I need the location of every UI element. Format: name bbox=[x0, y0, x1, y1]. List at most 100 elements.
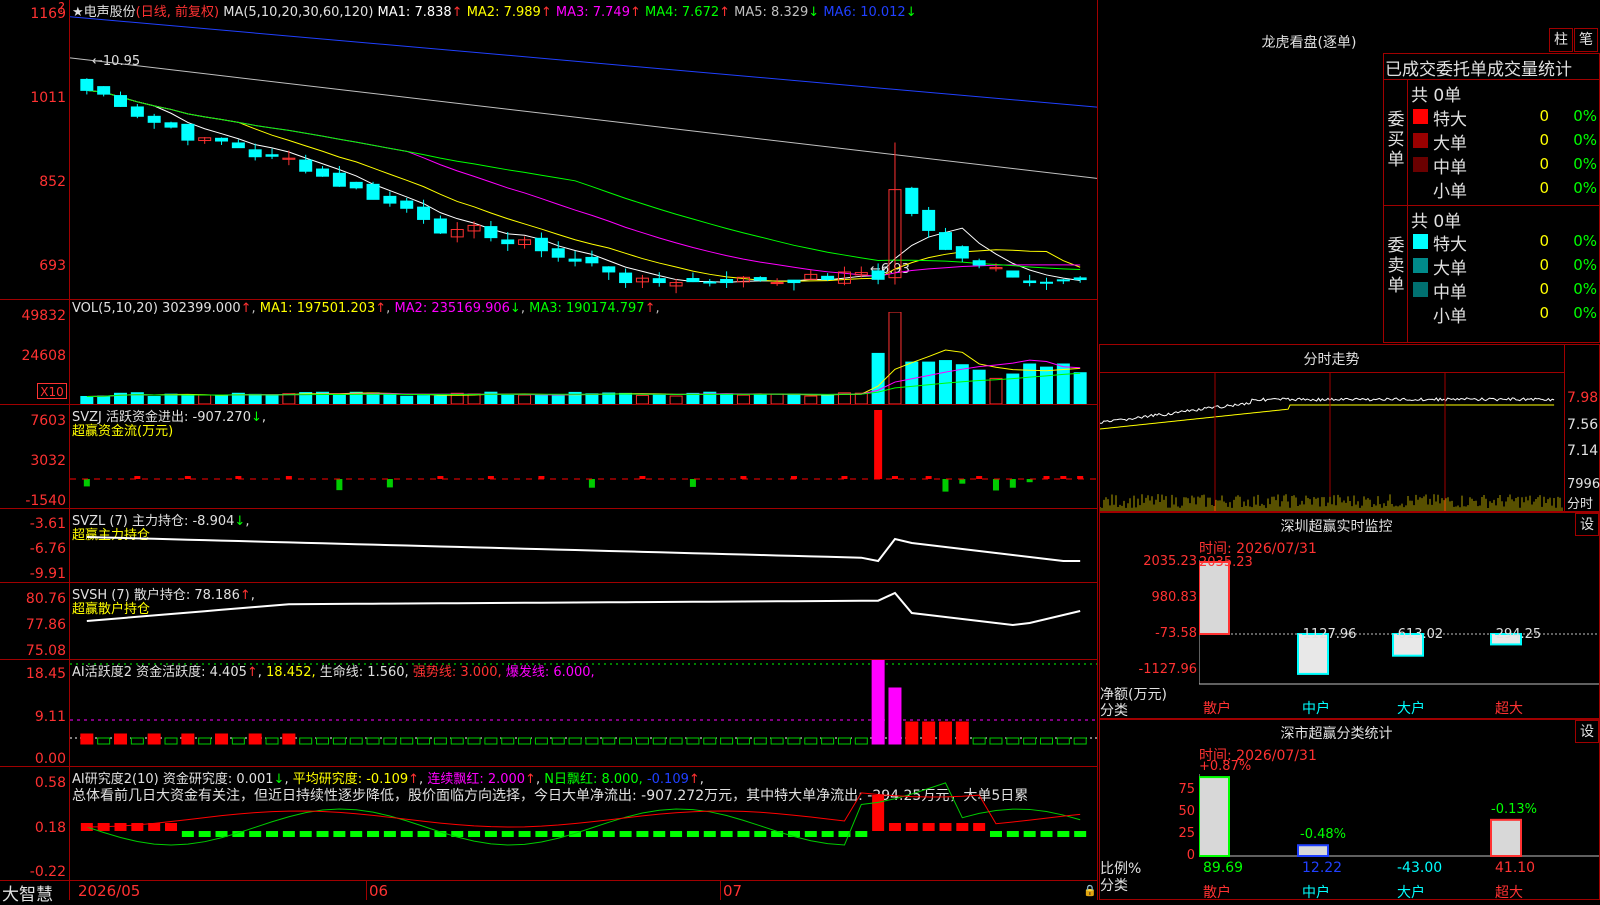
research-bar[interactable] bbox=[670, 831, 683, 837]
candle-body[interactable] bbox=[400, 200, 414, 209]
research-bar[interactable] bbox=[754, 831, 767, 837]
lock-icon[interactable]: 🔒 bbox=[1083, 884, 1097, 897]
activity-bar[interactable] bbox=[922, 721, 936, 745]
candle-body[interactable] bbox=[871, 270, 885, 280]
activity-bar[interactable] bbox=[602, 737, 616, 745]
line-view-button[interactable]: 笔 bbox=[1574, 28, 1598, 52]
candle-body[interactable] bbox=[383, 195, 397, 204]
activity-bar[interactable] bbox=[518, 737, 532, 745]
app-logo[interactable]: 大智慧 bbox=[2, 880, 53, 905]
candle-body[interactable] bbox=[972, 260, 986, 266]
candle-body[interactable] bbox=[585, 256, 599, 264]
candle-body[interactable] bbox=[366, 183, 380, 200]
volume-bar[interactable] bbox=[585, 393, 599, 404]
volume-bar[interactable] bbox=[938, 360, 952, 404]
candle-body[interactable] bbox=[922, 209, 936, 231]
candle-body[interactable] bbox=[417, 206, 431, 220]
candle-body[interactable] bbox=[534, 237, 548, 252]
svzl-chart[interactable] bbox=[70, 509, 1097, 582]
research-bar[interactable] bbox=[165, 823, 178, 831]
candle-body[interactable] bbox=[602, 266, 616, 273]
candle-body[interactable] bbox=[147, 115, 161, 123]
activity-bar[interactable] bbox=[770, 737, 784, 745]
candle-body[interactable] bbox=[80, 78, 94, 91]
ai-activity-chart[interactable] bbox=[70, 660, 1097, 766]
research-bar[interactable] bbox=[855, 831, 868, 837]
activity-bar[interactable] bbox=[467, 737, 481, 745]
volume-bar[interactable] bbox=[669, 395, 683, 404]
volume-bar[interactable] bbox=[854, 392, 868, 404]
fund-flow-bar[interactable] bbox=[1060, 476, 1067, 479]
candle-body[interactable] bbox=[619, 272, 633, 284]
activity-bar[interactable] bbox=[753, 737, 767, 745]
fund-flow-bar[interactable] bbox=[891, 476, 898, 479]
activity-bar[interactable] bbox=[215, 733, 229, 745]
research-bar[interactable] bbox=[468, 831, 481, 837]
candle-body[interactable] bbox=[686, 278, 700, 283]
activity-bar[interactable] bbox=[332, 737, 346, 745]
research-bar[interactable] bbox=[585, 831, 598, 837]
research-bar[interactable] bbox=[350, 831, 363, 837]
fund-flow-bar[interactable] bbox=[386, 479, 393, 488]
tab-filled[interactable]: 已成交 bbox=[1385, 60, 1436, 80]
activity-bar[interactable] bbox=[417, 737, 431, 745]
sz-monitor-settings-button[interactable]: 设 bbox=[1575, 513, 1599, 536]
volume-bar[interactable] bbox=[804, 395, 818, 404]
activity-bar[interactable] bbox=[871, 660, 885, 745]
volume-bar[interactable] bbox=[97, 395, 111, 404]
svzj-chart[interactable] bbox=[70, 405, 1097, 508]
candle-body[interactable] bbox=[231, 142, 245, 149]
research-bar[interactable] bbox=[720, 831, 733, 837]
sz-category-settings-button[interactable]: 设 bbox=[1575, 720, 1599, 743]
candle-body[interactable] bbox=[248, 149, 262, 158]
category-bar[interactable] bbox=[1199, 776, 1230, 858]
activity-bar[interactable] bbox=[888, 687, 902, 745]
volume-bar[interactable] bbox=[198, 394, 212, 404]
volume-bar[interactable] bbox=[736, 394, 750, 404]
candle-body[interactable] bbox=[484, 226, 498, 239]
activity-bar[interactable] bbox=[736, 737, 750, 745]
activity-bar[interactable] bbox=[383, 737, 397, 745]
fund-flow-bar[interactable] bbox=[1009, 479, 1016, 488]
research-bar[interactable] bbox=[383, 831, 396, 837]
research-bar[interactable] bbox=[1040, 831, 1053, 837]
activity-bar[interactable] bbox=[1056, 737, 1070, 745]
research-bar[interactable] bbox=[501, 831, 514, 837]
kline-chart-area[interactable]: ★电声股份(日线, 前复权) MA(5,10,20,30,60,120) MA1… bbox=[0, 0, 1098, 905]
activity-bar[interactable] bbox=[316, 737, 330, 745]
volume-bar[interactable] bbox=[248, 393, 262, 404]
candlestick-chart[interactable] bbox=[70, 14, 1097, 299]
candle-body[interactable] bbox=[955, 246, 969, 259]
research-bar[interactable] bbox=[400, 831, 413, 837]
fund-flow-bar[interactable] bbox=[336, 479, 343, 491]
candle-body[interactable] bbox=[1039, 281, 1053, 284]
research-bar[interactable] bbox=[535, 831, 548, 837]
research-bar[interactable] bbox=[939, 823, 952, 831]
volume-bar[interactable] bbox=[720, 393, 734, 404]
activity-bar[interactable] bbox=[198, 737, 212, 745]
activity-bar[interactable] bbox=[299, 737, 313, 745]
volume-bar[interactable] bbox=[821, 394, 835, 404]
research-bar[interactable] bbox=[737, 831, 750, 837]
activity-bar[interactable] bbox=[703, 737, 717, 745]
candle-body[interactable] bbox=[215, 137, 229, 142]
research-bar[interactable] bbox=[552, 831, 565, 837]
activity-bar[interactable] bbox=[130, 737, 144, 745]
fund-flow-bar[interactable] bbox=[689, 479, 696, 487]
research-bar[interactable] bbox=[249, 831, 262, 837]
research-bar[interactable] bbox=[1074, 831, 1087, 837]
volume-bar[interactable] bbox=[147, 396, 161, 404]
research-bar[interactable] bbox=[619, 831, 632, 837]
volume-bar[interactable] bbox=[433, 395, 447, 404]
research-bar[interactable] bbox=[956, 823, 969, 831]
volume-bar[interactable] bbox=[1073, 372, 1087, 404]
volume-bar[interactable] bbox=[753, 394, 767, 404]
candle-body[interactable] bbox=[753, 277, 767, 281]
research-bar[interactable] bbox=[1057, 831, 1070, 837]
ai-research-chart[interactable] bbox=[70, 767, 1097, 880]
activity-bar[interactable] bbox=[450, 737, 464, 745]
fund-flow-bar[interactable] bbox=[992, 479, 999, 491]
volume-bar[interactable] bbox=[972, 369, 986, 404]
activity-bar[interactable] bbox=[955, 721, 969, 745]
candle-body[interactable] bbox=[1023, 280, 1037, 284]
